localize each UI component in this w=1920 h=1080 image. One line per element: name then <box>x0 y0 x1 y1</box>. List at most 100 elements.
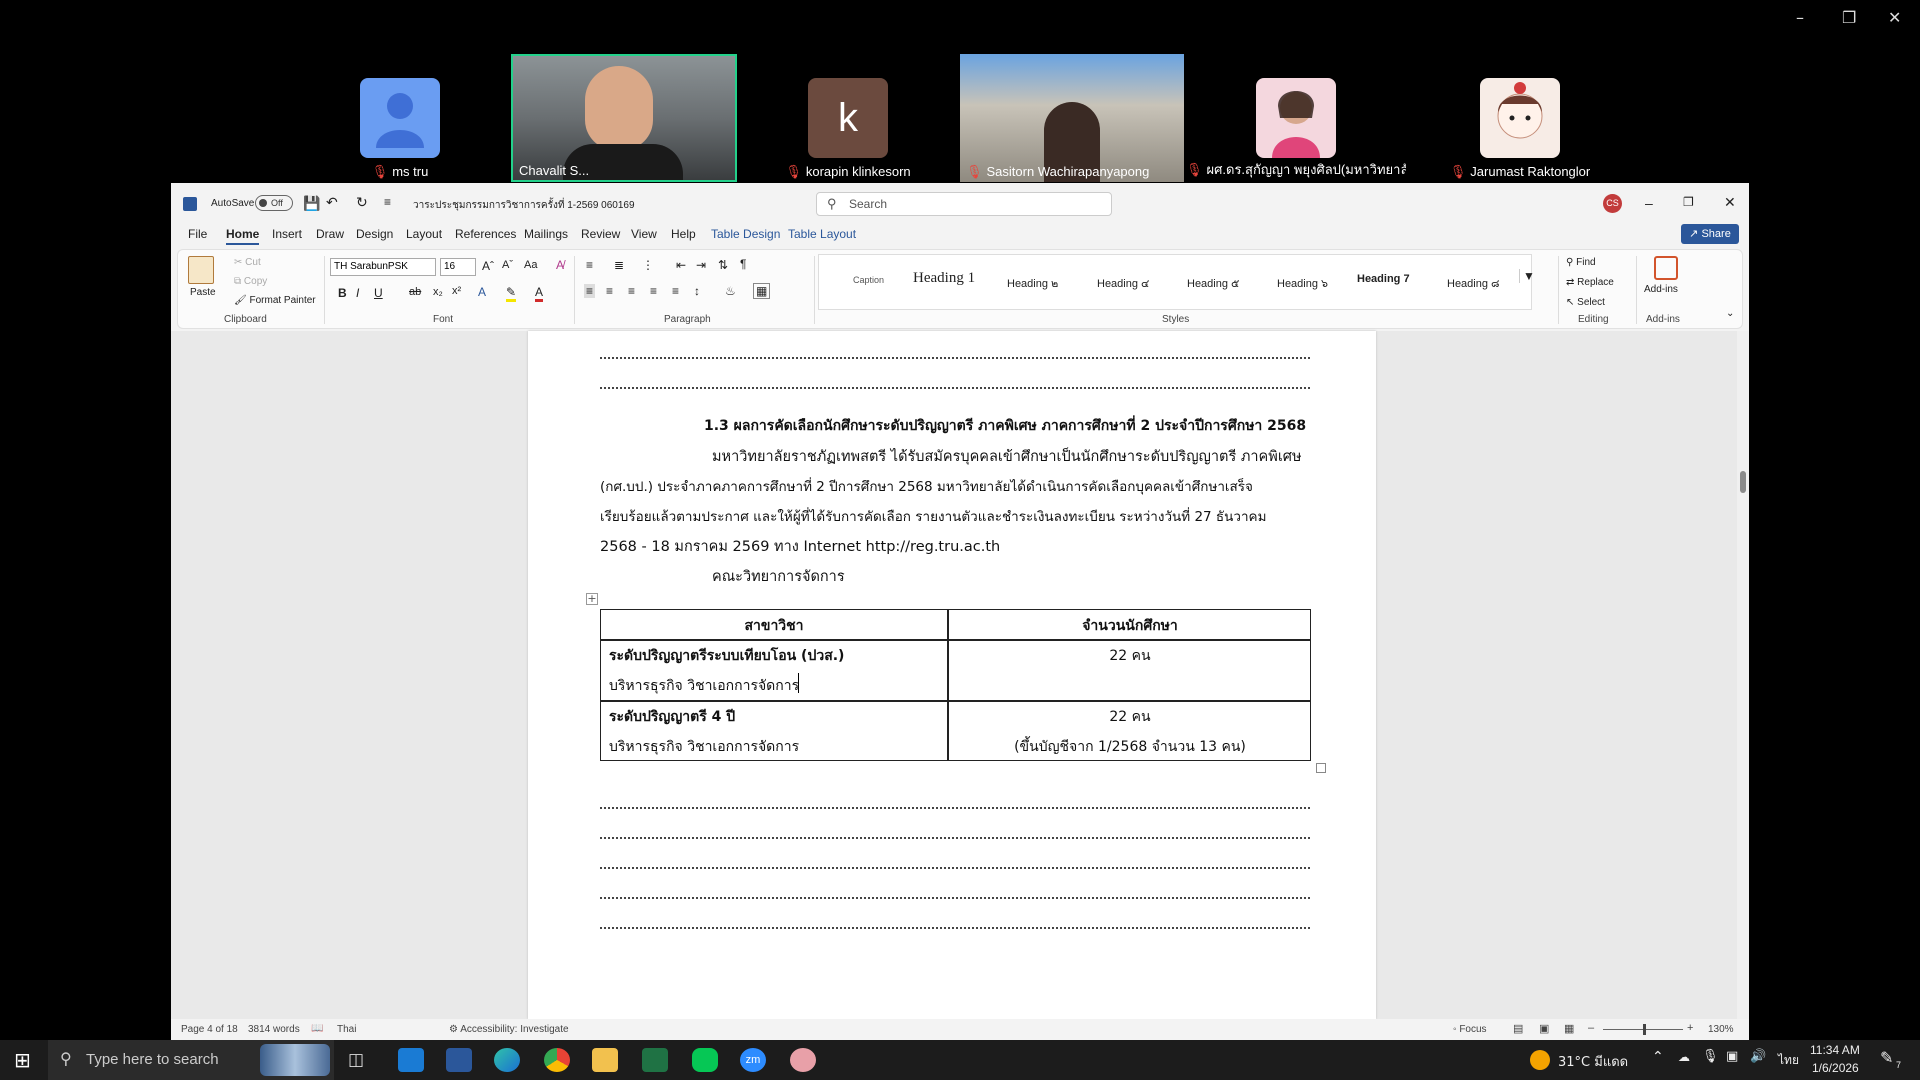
user-avatar[interactable]: CS <box>1603 194 1622 213</box>
style-heading-4[interactable]: Heading ๔ <box>1097 274 1149 292</box>
superscript-icon[interactable]: x² <box>452 285 461 297</box>
chrome-icon[interactable] <box>544 1048 570 1072</box>
participant-tile-active-speaker[interactable]: Chavalit S... <box>511 54 737 182</box>
taskbar-search-input[interactable]: ⚲ Type here to search <box>48 1040 334 1080</box>
font-color-icon[interactable]: A <box>535 285 544 302</box>
paste-button[interactable]: Paste <box>190 287 216 298</box>
style-heading-6[interactable]: Heading ๖ <box>1277 274 1328 292</box>
word-app-icon[interactable] <box>446 1048 472 1072</box>
distributed-icon[interactable]: ≡ <box>672 284 679 298</box>
format-painter-button[interactable]: 🖌 Format Painter <box>234 295 316 306</box>
add-ins-icon[interactable] <box>1654 256 1678 280</box>
subscript-icon[interactable]: x₂ <box>433 286 443 298</box>
style-heading-5[interactable]: Heading ๕ <box>1187 274 1239 292</box>
multilevel-list-icon[interactable]: ⋮ <box>642 258 654 272</box>
print-layout-icon[interactable]: ▣ <box>1539 1022 1549 1035</box>
italic-icon[interactable]: I <box>356 286 359 300</box>
underline-icon[interactable]: U <box>374 286 383 300</box>
task-view-icon[interactable]: ◫ <box>348 1050 364 1070</box>
sort-icon[interactable]: ⇅ <box>718 258 728 272</box>
participant-tile[interactable]: 🎙 ms tru <box>290 54 510 182</box>
restore-icon[interactable]: ❐ <box>1683 195 1694 209</box>
bold-icon[interactable]: B <box>338 286 347 300</box>
participant-tile[interactable]: 🎙 Jarumast Raktonglor <box>1408 54 1632 182</box>
show-formatting-icon[interactable]: ¶ <box>740 257 746 271</box>
page-count[interactable]: Page 4 of 18 <box>181 1024 238 1035</box>
file-explorer-icon[interactable] <box>592 1048 618 1072</box>
tab-view[interactable]: View <box>631 227 657 241</box>
tab-design[interactable]: Design <box>356 227 393 241</box>
collapse-ribbon-icon[interactable]: ⌄ <box>1726 308 1734 319</box>
edge-icon[interactable] <box>494 1048 520 1072</box>
grow-font-icon[interactable]: Aˆ <box>482 259 494 273</box>
numbering-icon[interactable]: ≣ <box>614 258 624 272</box>
proofing-icon[interactable]: 📖 <box>311 1023 323 1034</box>
zoom-slider-thumb[interactable] <box>1643 1024 1646 1035</box>
bullets-icon[interactable]: ≡ <box>586 258 593 272</box>
minimize-icon[interactable]: – <box>1645 195 1653 211</box>
close-icon[interactable]: ✕ <box>1724 194 1736 211</box>
share-button[interactable]: ↗ Share <box>1681 224 1739 244</box>
shading-icon[interactable]: ♨ <box>725 284 736 298</box>
tab-mailings[interactable]: Mailings <box>524 227 568 241</box>
table-resize-handle[interactable] <box>1316 763 1326 773</box>
close-zoom-button[interactable]: ✕ <box>1888 8 1901 27</box>
text-effects-icon[interactable]: A <box>478 285 486 299</box>
search-input[interactable]: ⚲ Search <box>816 192 1112 216</box>
show-hidden-icons[interactable]: ⌃ <box>1652 1049 1664 1065</box>
autosave-toggle[interactable]: Off <box>255 195 293 211</box>
tab-references[interactable]: References <box>455 227 516 241</box>
style-heading-7[interactable]: Heading 7 <box>1357 273 1410 285</box>
participant-tile[interactable]: 🎙 Sasitorn Wachirapanyapong <box>960 54 1184 182</box>
styles-more-icon[interactable]: ▼ <box>1519 269 1535 283</box>
tab-home[interactable]: Home <box>226 227 260 245</box>
cut-button[interactable]: ✂ Cut <box>234 257 261 268</box>
style-heading-2[interactable]: Heading ๒ <box>1007 274 1058 292</box>
table-cell-program[interactable]: บริหารธุรกิจ วิชาเอกการจัดการ <box>609 675 799 697</box>
windows-start-icon[interactable]: ⊞ <box>14 1048 31 1072</box>
line-spacing-icon[interactable]: ↕ <box>694 284 700 298</box>
font-name-select[interactable]: TH SarabunPSK <box>330 258 436 276</box>
undo-icon[interactable]: ↶ <box>326 194 338 211</box>
network-icon[interactable]: ☁ <box>1678 1050 1690 1064</box>
snipping-tool-icon[interactable] <box>790 1048 816 1072</box>
align-center-icon[interactable]: ≡ <box>606 284 613 298</box>
zoom-app-icon[interactable]: zm <box>740 1048 766 1072</box>
decrease-indent-icon[interactable]: ⇤ <box>676 258 686 272</box>
style-caption[interactable]: Caption <box>853 275 884 285</box>
tab-draw[interactable]: Draw <box>316 227 344 241</box>
display-icon[interactable]: ▣ <box>1726 1049 1738 1064</box>
app-icon[interactable] <box>398 1048 424 1072</box>
volume-icon[interactable]: 🔊 <box>1750 1049 1766 1064</box>
redo-icon[interactable]: ↻ <box>356 194 368 211</box>
tab-help[interactable]: Help <box>671 227 696 241</box>
zoom-slider[interactable] <box>1603 1024 1683 1035</box>
tab-table-layout[interactable]: Table Layout <box>788 227 856 241</box>
excel-icon[interactable] <box>642 1048 668 1072</box>
style-heading-8[interactable]: Heading ๘ <box>1447 274 1500 292</box>
zoom-in-icon[interactable]: + <box>1687 1022 1693 1034</box>
zoom-out-icon[interactable]: – <box>1588 1022 1594 1034</box>
justify-icon[interactable]: ≡ <box>650 284 657 298</box>
weather-text[interactable]: 31°C มีแดด <box>1558 1051 1628 1072</box>
tab-table-design[interactable]: Table Design <box>711 227 780 241</box>
select-button[interactable]: ↖ Select <box>1566 297 1605 308</box>
focus-button[interactable]: ◦ Focus <box>1453 1024 1487 1035</box>
weather-icon[interactable] <box>1530 1050 1550 1070</box>
notification-icon[interactable]: ✎ <box>1880 1048 1893 1067</box>
clock-time[interactable]: 11:34 AM <box>1810 1043 1860 1057</box>
participant-tile[interactable]: 🎙ผศ.ดร.สุกัญญา พยุงศิลป(มหาวิทยาลัยร... <box>1186 54 1406 182</box>
participant-tile[interactable]: k 🎙 korapin klinkesorn <box>738 54 958 182</box>
vertical-scrollbar[interactable] <box>1737 331 1749 1019</box>
clear-format-icon[interactable]: A̸ <box>556 258 564 272</box>
align-left-icon[interactable]: ≡ <box>584 284 596 298</box>
highlight-icon[interactable]: ✎ <box>506 285 517 302</box>
web-layout-icon[interactable]: ▦ <box>1564 1022 1574 1035</box>
document-title[interactable]: วาระประชุมกรรมการวิชาการครั้งที่ 1-2569 … <box>413 198 635 213</box>
tab-insert[interactable]: Insert <box>272 227 302 241</box>
minimize-zoom-button[interactable]: – <box>1796 8 1804 27</box>
tab-review[interactable]: Review <box>581 227 620 241</box>
tab-file[interactable]: File <box>188 227 207 241</box>
font-size-select[interactable]: 16 <box>440 258 476 276</box>
document-page[interactable]: 1.3 ผลการคัดเลือกนักศึกษาระดับปริญญาตรี … <box>528 331 1376 1019</box>
